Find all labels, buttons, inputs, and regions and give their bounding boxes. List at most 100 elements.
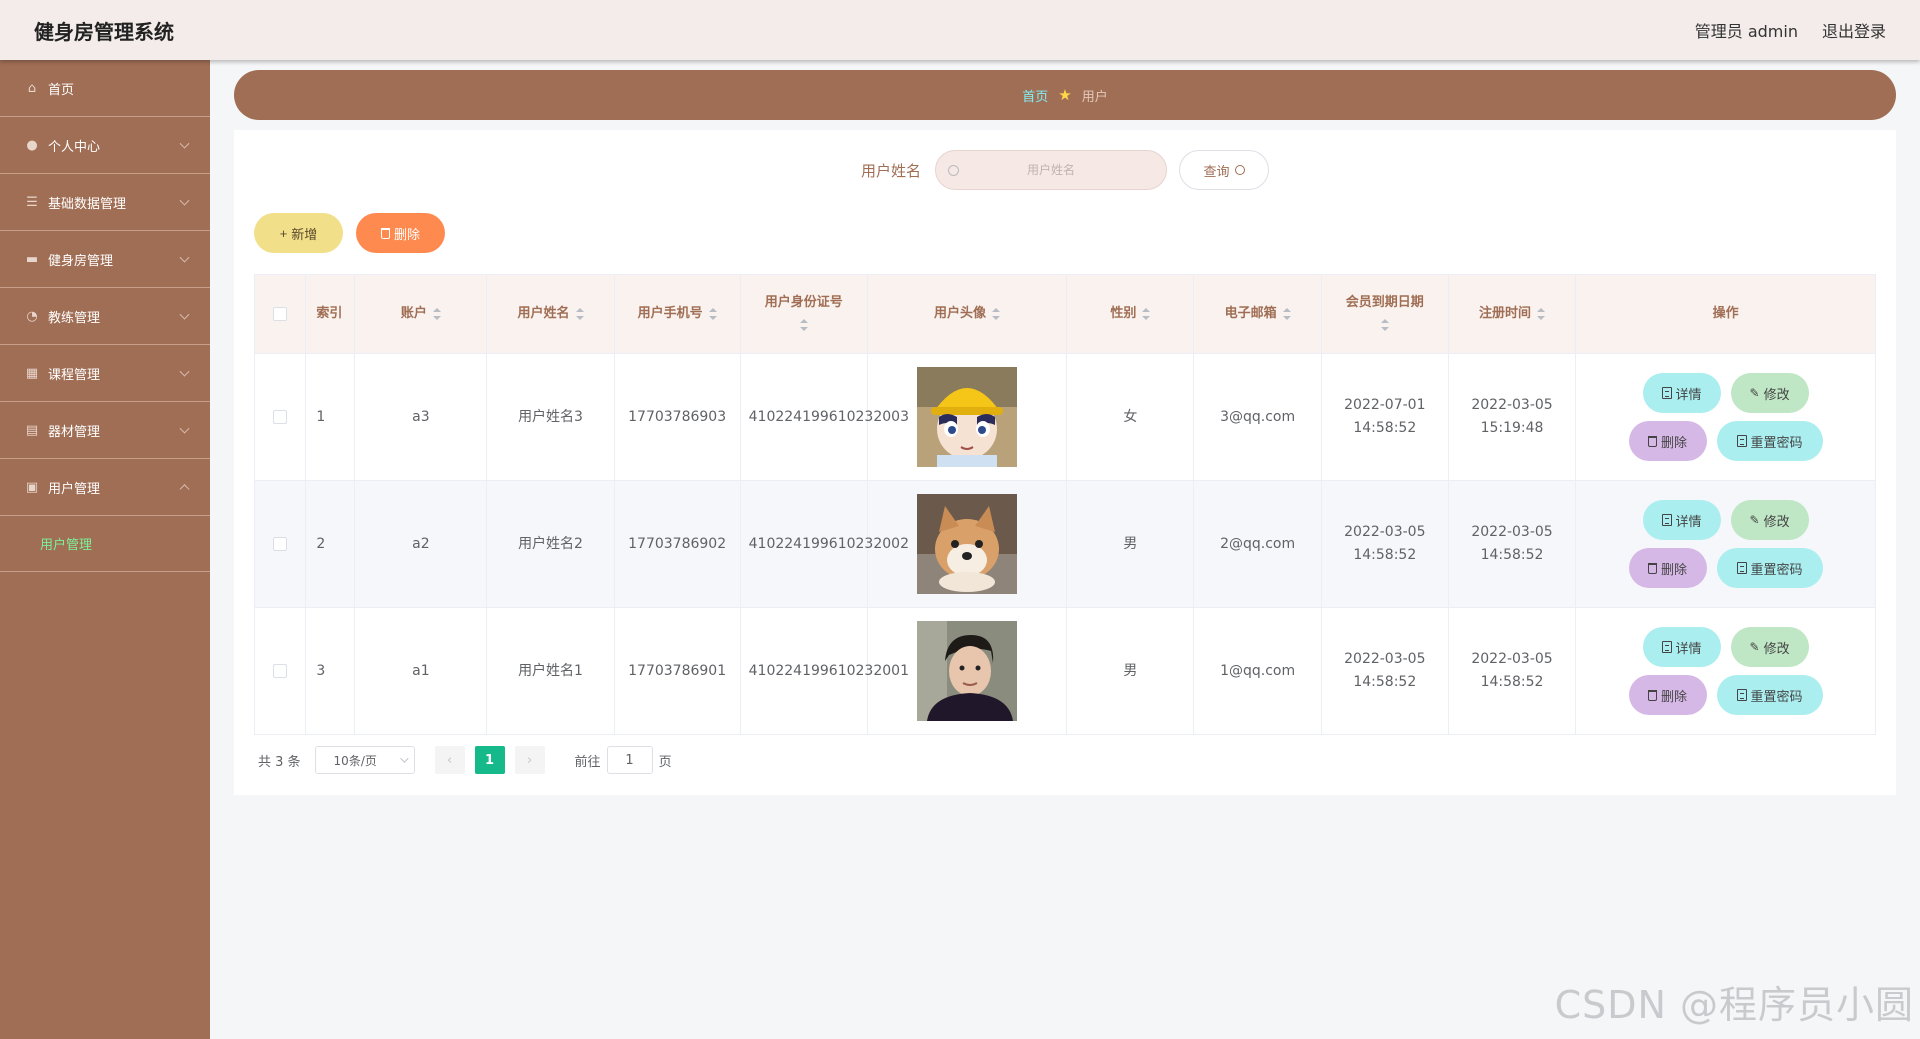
reset-password-button[interactable]: 重置密码: [1716, 421, 1823, 461]
delete-button[interactable]: 删除: [1628, 675, 1707, 715]
reset-password-button[interactable]: 重置密码: [1716, 548, 1823, 588]
query-button-label: 查询: [1203, 163, 1230, 179]
cell-account: a1: [354, 607, 488, 735]
sidebar-item-label: 首页: [48, 82, 75, 98]
cell-gender: 女: [1066, 353, 1195, 481]
column-header[interactable]: 账户: [354, 274, 488, 354]
sidebar-item[interactable]: ⌂ 首页: [0, 60, 210, 117]
add-button[interactable]: + 新增: [254, 213, 343, 253]
trash-icon: [1648, 689, 1658, 701]
delete-button[interactable]: 删除: [1628, 421, 1707, 461]
cell-email: 1@qq.com: [1193, 607, 1322, 735]
query-button[interactable]: 查询: [1179, 150, 1269, 190]
sort-icon[interactable]: [575, 307, 584, 320]
sort-icon[interactable]: [1282, 307, 1291, 320]
edit-button[interactable]: ✎ 修改: [1730, 627, 1809, 667]
reset-password-button[interactable]: 重置密码: [1716, 675, 1823, 715]
detail-label: 详情: [1675, 513, 1702, 529]
row-checkbox[interactable]: [273, 663, 288, 678]
user-table: 索引 账户 用户姓名 用户手机号 用户身份证号 用户头像 性别 电子邮箱 会员到…: [253, 274, 1876, 735]
trash-icon: [1648, 435, 1658, 447]
add-button-label: 新增: [291, 226, 318, 242]
column-header-label: 用户身份证号: [764, 295, 843, 310]
sidebar-item[interactable]: ▣ 用户管理: [0, 459, 210, 516]
sidebar-item-label: 教练管理: [48, 310, 101, 326]
column-header-label: 会员到期日期: [1345, 295, 1424, 310]
column-header[interactable]: 性别: [1066, 274, 1195, 354]
sort-icon[interactable]: [432, 307, 441, 320]
edit-button[interactable]: ✎ 修改: [1730, 500, 1809, 540]
column-header[interactable]: 用户身份证号: [739, 274, 868, 354]
logout-button[interactable]: 退出登录: [1822, 18, 1886, 42]
batch-delete-label: 删除: [393, 226, 420, 242]
table-row: 3 a1 用户姓名1 17703786901 410224199610232001 男 1@…: [253, 607, 1876, 735]
sort-icon[interactable]: [799, 318, 808, 331]
detail-button[interactable]: 详情: [1642, 627, 1721, 667]
detail-button[interactable]: 详情: [1642, 500, 1721, 540]
sidebar: ⌂ 首页 ● 个人中心 ☰ 基础数据管理 ▬ 健身房管理 ◔ 教练管理 ▦ 课程管理 ▤ 器材管理 ▣ 用户管…: [0, 60, 210, 1039]
sidebar-item[interactable]: ▦ 课程管理: [0, 345, 210, 402]
detail-button[interactable]: 详情: [1642, 373, 1721, 413]
total-count: 共 3 条: [258, 754, 301, 770]
cell-register: 2022-03-05 14:58:52: [1447, 480, 1577, 608]
column-header[interactable]: 会员到期日期: [1320, 274, 1449, 354]
sort-icon[interactable]: [992, 307, 1001, 320]
cell-name: 用户姓名2: [486, 480, 615, 608]
search-icon: [1234, 165, 1245, 175]
chevron-down-icon: [179, 309, 190, 320]
trash-icon: [1648, 562, 1658, 574]
sidebar-item[interactable]: ◔ 教练管理: [0, 288, 210, 345]
user-icon: ●: [26, 137, 38, 153]
sort-icon[interactable]: [708, 307, 717, 320]
sort-icon[interactable]: [1537, 307, 1546, 320]
chevron-down-icon: [179, 252, 190, 263]
row-select-cell: [253, 353, 307, 481]
tool-icon: ▤: [25, 422, 39, 438]
row-checkbox[interactable]: [273, 536, 288, 551]
sidebar-item-label: 个人中心: [48, 139, 101, 155]
pencil-icon: ✎: [1749, 513, 1760, 527]
top-header: 健身房管理系统 管理员 admin 退出登录: [0, 0, 1920, 60]
breadcrumb-home[interactable]: 首页: [1022, 86, 1048, 105]
chevron-right-icon: ›: [526, 752, 533, 768]
sidebar-item[interactable]: ▬ 健身房管理: [0, 231, 210, 288]
column-header[interactable]: 用户头像: [866, 274, 1068, 354]
pencil-icon: ✎: [1749, 640, 1760, 654]
admin-label: 管理员 admin: [1694, 22, 1798, 41]
select-all-checkbox[interactable]: [273, 306, 288, 321]
page-size-select[interactable]: 10条/页: [314, 746, 415, 774]
search-input[interactable]: [936, 151, 1166, 189]
delete-button[interactable]: 删除: [1628, 548, 1707, 588]
column-header-label: 注册时间: [1479, 306, 1532, 321]
column-header[interactable]: 注册时间: [1447, 274, 1577, 354]
cell-expire: 2022-07-01 14:58:52: [1320, 353, 1449, 481]
column-header[interactable]: 电子邮箱: [1193, 274, 1322, 354]
detail-label: 详情: [1675, 386, 1702, 402]
column-header[interactable]: 用户手机号: [613, 274, 741, 354]
cell-expire: 2022-03-05 14:58:52: [1320, 607, 1449, 735]
edit-button[interactable]: ✎ 修改: [1730, 373, 1809, 413]
cell-phone: 17703786902: [613, 480, 741, 608]
sidebar-item[interactable]: ☰ 基础数据管理: [0, 174, 210, 231]
pencil-icon: ✎: [1749, 386, 1760, 400]
page-number-current[interactable]: 1: [474, 746, 505, 774]
sidebar-subitem-user-management[interactable]: 用户管理: [0, 516, 210, 572]
batch-delete-button[interactable]: 删除: [356, 213, 445, 253]
sort-icon[interactable]: [1142, 307, 1151, 320]
search-row: 用户姓名 查询: [234, 150, 1896, 190]
row-checkbox[interactable]: [273, 409, 288, 424]
sort-icon[interactable]: [1380, 318, 1389, 331]
goto-page-input[interactable]: [606, 746, 653, 774]
reset-password-label: 重置密码: [1750, 561, 1803, 577]
column-header[interactable]: 用户姓名: [486, 274, 615, 354]
page-unit-label: 页: [658, 754, 672, 770]
sidebar-item[interactable]: ● 个人中心: [0, 117, 210, 174]
sidebar-item[interactable]: ▤ 器材管理: [0, 402, 210, 459]
cell-name: 用户姓名3: [486, 353, 615, 481]
document-icon: [1661, 514, 1672, 526]
cell-register: 2022-03-05 14:58:52: [1447, 607, 1577, 735]
edit-label: 修改: [1763, 513, 1790, 529]
next-page-button[interactable]: ›: [514, 746, 545, 774]
prev-page-button[interactable]: ‹: [434, 746, 465, 774]
document-icon: [1661, 387, 1672, 399]
